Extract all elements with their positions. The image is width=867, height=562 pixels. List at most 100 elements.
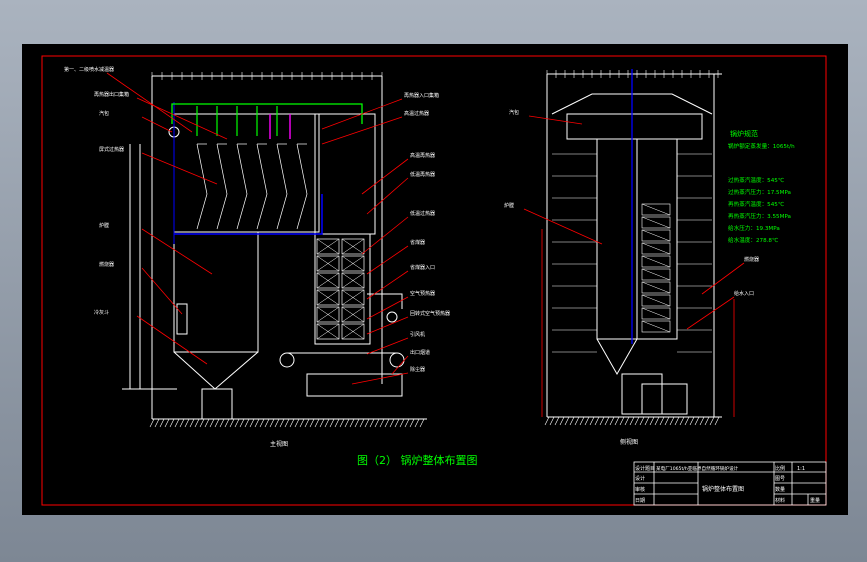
hatch-mark [569,416,575,426]
title-sheet-label: 图号 [775,476,785,482]
ash-hopper-base [201,388,233,420]
hatch-mark [364,418,370,428]
hatch-mark [404,418,410,428]
hatch-mark [664,416,670,426]
hatch-mark [379,418,385,428]
hatch-mark [199,418,205,428]
side-furnace [596,138,638,340]
economizer-banks [316,238,365,340]
hatch-mark [159,418,165,428]
drawing-canvas[interactable]: 第一、二级喷水减温器 再热器出口集箱 汽包 屏式过热器 炉膛 燃烧器 冷灰斗 再热器入口集箱高… [22,44,848,515]
specs-line: 再热蒸汽温度：545℃ [728,200,784,208]
callout-label: 屏式过热器 [99,146,124,153]
side-bank-diag [641,255,671,268]
specs-line: 给水温度：278.8℃ [728,236,778,244]
fan-right [389,352,405,368]
hatch-mark [619,416,625,426]
hatch-mark [604,416,610,426]
burner-box [176,303,188,335]
callout-label: 出口烟道 [410,349,430,356]
specs-heading: 锅炉规范 [730,129,758,138]
side-bank-diag [641,242,671,255]
hatch-mark [319,418,325,428]
title-date-label: 日期 [635,498,645,504]
hatch-mark [389,418,395,428]
hatch-mark [669,416,675,426]
figure-title: 图（2） 锅炉整体布置图 [357,453,478,467]
gas-duct-line [174,194,323,235]
callout-leader [366,245,409,275]
callout-label: 再热器入口集箱 [404,92,439,99]
back-pass-lower [314,233,371,345]
title-quantity-label: 数量 [775,486,785,493]
hatch-mark [324,418,330,428]
platen-panel [216,143,228,230]
hatch-mark [204,418,210,428]
side-ground-hatch [544,416,720,426]
hatch-mark [154,418,160,428]
callout-leader [391,355,409,375]
specs-line: 过热蒸汽压力：17.5MPa [728,188,791,196]
hatch-mark [189,418,195,428]
hatch-mark [289,418,295,428]
side-bank-diag [641,268,671,281]
hatch-mark [684,416,690,426]
callout-leader [136,315,208,365]
specs-line: 给水压力：19.3MPa [728,224,780,232]
platen-panel [276,143,288,230]
callout-leader [366,177,409,215]
callout-label: 高温过热器 [404,110,429,117]
hatch-mark [584,416,590,426]
side-bank-diag [641,281,671,294]
hatch-mark [629,416,635,426]
callout-label: 低温再热器 [410,171,435,178]
hatch-mark [309,418,315,428]
hatch-mark [274,418,280,428]
hatch-mark [639,416,645,426]
callout-label: 高温再热器 [410,152,435,159]
outer-frame [41,55,827,506]
side-back-pass [636,138,678,340]
hatch-mark [394,418,400,428]
title-project-label: 设计题目 [635,465,655,472]
hatch-mark [659,416,665,426]
hatch-mark [599,416,605,426]
side-bank-diag [641,216,671,229]
hatch-mark [219,418,225,428]
specs-line: 锅炉额定蒸发量：1065t/h [728,142,795,150]
side-bank-diag [641,203,671,216]
hatch-mark [169,418,175,428]
steam-risers [196,106,278,136]
hatch-mark [594,416,600,426]
hatch-mark [304,418,310,428]
hatch-mark [409,418,415,428]
hatch-mark [269,418,275,428]
hatch-mark [624,416,630,426]
side-bank-diag [641,307,671,320]
callout-leader [141,116,173,133]
hatch-mark [294,418,300,428]
front-ground-hatch [149,418,425,428]
platen-panel [236,143,248,230]
hatch-mark [314,418,320,428]
hatch-mark [609,416,615,426]
hatch-mark [554,416,560,426]
callout-label: 汽包 [99,110,109,117]
title-material-label: 材料 [775,497,785,504]
hatch-mark [149,418,155,428]
title-designer-label: 设计 [635,475,645,482]
callout-label: 引风机 [410,331,425,338]
specs-lines: 锅炉额定蒸发量：1065t/h 过热蒸汽温度：545℃ 过热蒸汽压力：17.5MPa… [728,142,795,244]
hatch-mark [229,418,235,428]
hatch-mark [579,416,585,426]
callout-label: 炉膛 [99,222,109,229]
hatch-mark [674,416,680,426]
side-pulverizer [641,383,688,415]
callout-leader [351,372,409,385]
hatch-mark [194,418,200,428]
platen-panel [256,143,268,230]
hatch-mark [214,418,220,428]
title-checker-label: 审核 [635,486,645,493]
hatch-mark [184,418,190,428]
back-pass-upper [314,113,376,235]
